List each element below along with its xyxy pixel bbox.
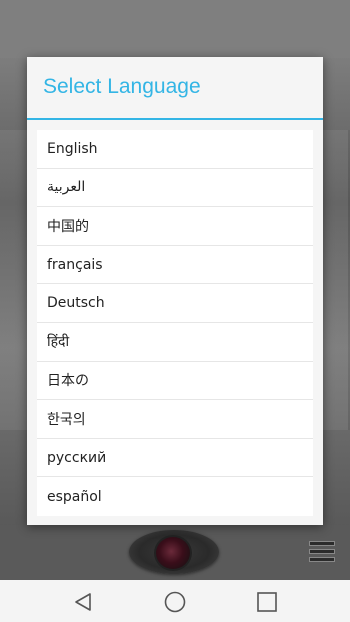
language-dialog: Select Language English العربية 中国的 fran… <box>27 57 323 525</box>
recents-square-icon <box>257 592 277 612</box>
menu-icon-bar <box>309 541 335 546</box>
screen: Select Language English العربية 中国的 fran… <box>0 0 350 622</box>
menu-icon-bar <box>309 557 335 562</box>
language-item-hindi[interactable]: हिंदी <box>37 323 313 362</box>
language-item-japanese[interactable]: 日本の <box>37 362 313 401</box>
language-item-korean[interactable]: 한국의 <box>37 400 313 439</box>
background-top-band <box>0 0 350 58</box>
language-item-english[interactable]: English <box>37 130 313 169</box>
dialog-title-divider <box>27 118 323 120</box>
language-item-russian[interactable]: русский <box>37 439 313 478</box>
menu-icon[interactable] <box>309 541 335 565</box>
language-list: English العربية 中国的 français Deutsch हिं… <box>37 130 313 516</box>
language-item-spanish[interactable]: español <box>37 477 313 516</box>
back-button[interactable] <box>70 589 96 615</box>
menu-icon-bar <box>309 549 335 554</box>
navigation-bar <box>0 580 350 622</box>
language-item-german[interactable]: Deutsch <box>37 284 313 323</box>
language-item-french[interactable]: français <box>37 246 313 285</box>
dialog-title: Select Language <box>43 75 201 98</box>
home-circle-icon <box>164 591 186 613</box>
back-triangle-icon <box>75 593 91 611</box>
language-item-chinese[interactable]: 中国的 <box>37 207 313 246</box>
language-item-arabic[interactable]: العربية <box>37 169 313 208</box>
home-button[interactable] <box>162 589 188 615</box>
recents-button[interactable] <box>254 589 280 615</box>
camera-lens-icon <box>154 535 192 571</box>
